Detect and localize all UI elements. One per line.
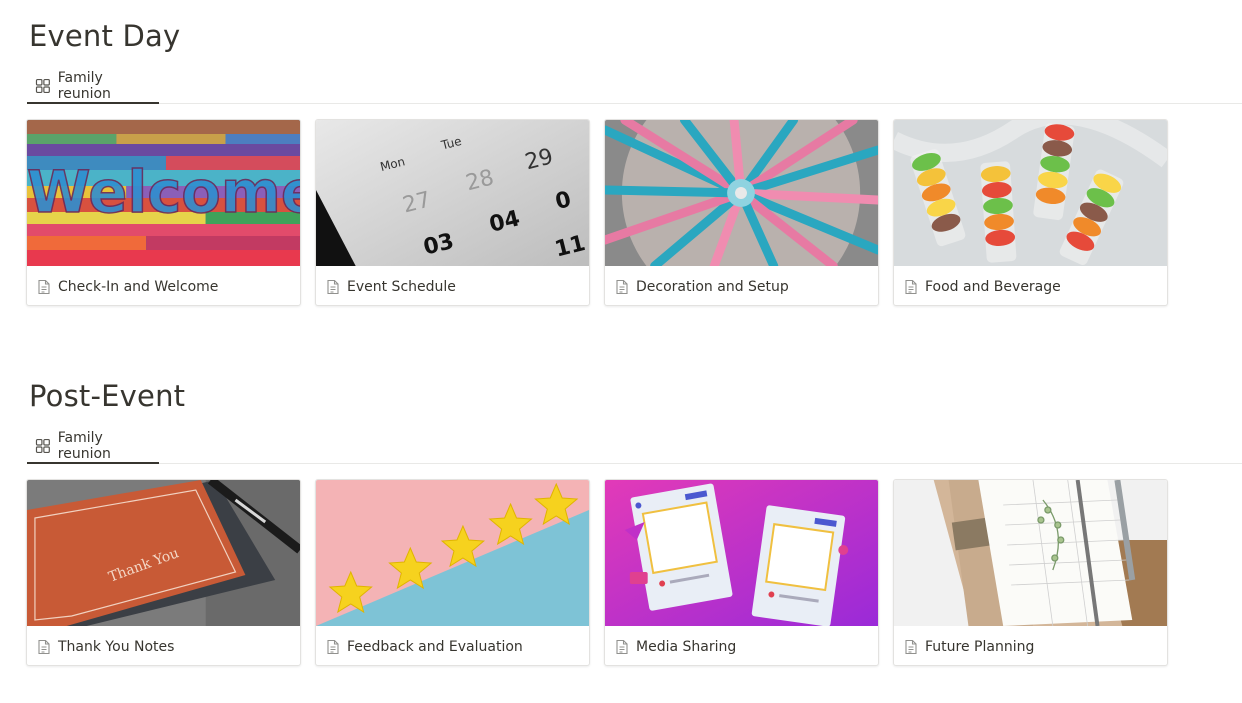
card-food-and-beverage[interactable]: Food and Beverage bbox=[893, 119, 1168, 306]
cover-image-five-stars bbox=[316, 480, 589, 626]
cover-image-straws bbox=[605, 120, 878, 266]
page-icon bbox=[38, 639, 50, 654]
cover-image-calendar: Mon Tue 27 28 29 03 04 0 10 11 bbox=[316, 120, 589, 266]
page-icon bbox=[327, 639, 339, 654]
card-title: Future Planning bbox=[925, 638, 1035, 655]
card-title: Feedback and Evaluation bbox=[347, 638, 523, 655]
card-feedback-and-evaluation[interactable]: Feedback and Evaluation bbox=[315, 479, 590, 666]
page-icon bbox=[905, 279, 917, 294]
card-title: Check-In and Welcome bbox=[58, 278, 219, 295]
card-title: Decoration and Setup bbox=[636, 278, 789, 295]
page-icon bbox=[616, 639, 628, 654]
page-icon bbox=[327, 279, 339, 294]
view-tab-bar: Family reunion bbox=[27, 430, 1242, 464]
view-tab-bar: Family reunion bbox=[27, 70, 1242, 104]
cover-image-welcome-wall: Welcome bbox=[27, 120, 300, 266]
card-title: Thank You Notes bbox=[58, 638, 175, 655]
card-future-planning[interactable]: Future Planning bbox=[893, 479, 1168, 666]
page-icon bbox=[905, 639, 917, 654]
cover-image-social-posts bbox=[605, 480, 878, 626]
card-title: Media Sharing bbox=[636, 638, 737, 655]
cover-image-thank-you-card: Thank You bbox=[27, 480, 300, 626]
card-thank-you-notes[interactable]: Thank You Thank You Notes bbox=[26, 479, 301, 666]
card-check-in-and-welcome[interactable]: Welcome Check-In and Welcome bbox=[26, 119, 301, 306]
card-title: Event Schedule bbox=[347, 278, 456, 295]
tab-label: Family reunion bbox=[57, 430, 111, 462]
section-title: Post-Event bbox=[29, 379, 186, 413]
page-icon bbox=[616, 279, 628, 294]
cover-image-planner bbox=[894, 480, 1167, 626]
board-grid-icon bbox=[35, 78, 50, 94]
tab-label: Family reunion bbox=[57, 70, 111, 102]
card-event-schedule[interactable]: Mon Tue 27 28 29 03 04 0 10 11 bbox=[315, 119, 590, 306]
section-title: Event Day bbox=[29, 19, 181, 53]
card-media-sharing[interactable]: Media Sharing bbox=[604, 479, 879, 666]
welcome-cover-text: Welcome bbox=[27, 158, 300, 226]
cover-image-macarons bbox=[894, 120, 1167, 266]
page-icon bbox=[38, 279, 50, 294]
card-decoration-and-setup[interactable]: Decoration and Setup bbox=[604, 119, 879, 306]
board-grid-icon bbox=[35, 438, 50, 454]
tab-family-reunion[interactable]: Family reunion bbox=[27, 430, 159, 464]
tab-family-reunion[interactable]: Family reunion bbox=[27, 70, 159, 104]
card-title: Food and Beverage bbox=[925, 278, 1061, 295]
